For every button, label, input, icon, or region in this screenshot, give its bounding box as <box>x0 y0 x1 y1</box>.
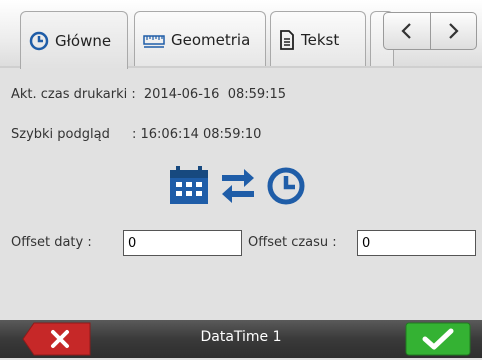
time-offset-label: Offset czasu : <box>248 235 337 250</box>
tab-tekst-label: Tekst <box>301 30 340 49</box>
calendar-icon[interactable] <box>168 166 210 206</box>
tab-tekst[interactable]: Tekst <box>270 11 366 67</box>
tab-bar: Główne Geometria Tekst <box>0 0 482 69</box>
date-offset-label: Offset daty : <box>11 235 92 250</box>
clock-icon <box>29 31 49 50</box>
tab-scroll-left-button[interactable] <box>384 13 430 49</box>
tab-geometria-label: Geometria <box>171 30 251 49</box>
ruler-icon <box>143 34 165 48</box>
chevron-right-icon <box>449 23 459 39</box>
tab-glowne[interactable]: Główne <box>20 11 128 69</box>
document-icon <box>280 29 294 50</box>
quick-preview-row: Szybki podgląd : 16:06:14 08:59:10 <box>11 127 261 142</box>
clock-icon[interactable] <box>266 166 306 206</box>
swap-icon[interactable] <box>218 167 258 205</box>
date-offset-input[interactable] <box>123 230 242 256</box>
quick-preview-label: Szybki podgląd <box>11 127 110 142</box>
printer-time-label: Akt. czas drukarki : <box>11 87 136 102</box>
printer-time-value: 2014-06-16 08:59:15 <box>143 87 287 102</box>
action-icons <box>168 166 306 206</box>
printer-time-row: Akt. czas drukarki : 2014-06-16 08:59:15 <box>11 87 286 102</box>
time-offset-input[interactable] <box>357 230 476 256</box>
quick-preview-value: : 16:06:14 08:59:10 <box>131 127 262 142</box>
tab-geometria[interactable]: Geometria <box>134 11 266 67</box>
tab-scroll-buttons <box>383 12 477 50</box>
chevron-left-icon <box>401 23 411 39</box>
tab-scroll-right-button[interactable] <box>429 13 477 49</box>
tab-glowne-label: Główne <box>55 31 112 50</box>
bottom-bar-title: DataTime 1 <box>200 329 282 345</box>
